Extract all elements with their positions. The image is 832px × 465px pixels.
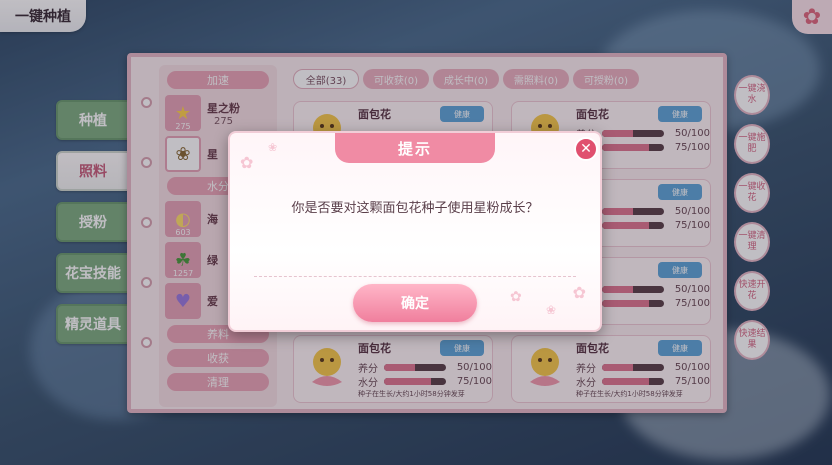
petal-icon: ✿	[240, 153, 254, 172]
dialog-title: 提示	[335, 133, 495, 163]
divider	[254, 276, 576, 277]
close-icon[interactable]: ✕	[574, 137, 598, 161]
confirm-button[interactable]: 确定	[353, 284, 477, 322]
petal-icon: ✿	[510, 289, 522, 305]
dialog-message: 你是否要对这颗面包花种子使用星粉成长？	[291, 201, 539, 216]
petal-icon: ❀	[268, 141, 278, 154]
confirm-dialog: ✿ ❀ ✿ ❀ ✿ 提示 ✕ 你是否要对这颗面包花种子使用星粉成长？ 确定	[228, 131, 602, 332]
petal-icon: ❀	[545, 303, 556, 317]
petal-icon: ✿	[572, 283, 586, 302]
